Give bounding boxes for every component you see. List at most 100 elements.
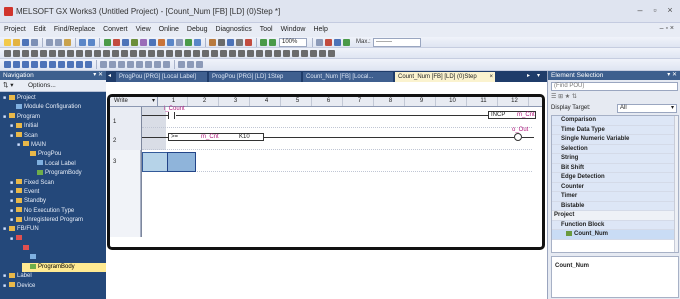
- detail-icon[interactable]: [247, 50, 254, 57]
- horizontal-line-icon[interactable]: [76, 50, 83, 57]
- menu-find-replace[interactable]: Find/Replace: [50, 23, 99, 37]
- window-icon[interactable]: [196, 61, 203, 68]
- options-button[interactable]: Options...: [28, 80, 56, 92]
- tree-node[interactable]: ■ Program: [0, 113, 106, 122]
- open-contact[interactable]: [168, 112, 175, 119]
- element-item[interactable]: Single Numeric Variable: [552, 135, 678, 145]
- falling-branch-icon[interactable]: [130, 50, 137, 57]
- tab-progpou-ld[interactable]: ProgPou [PRG] [LD] 1Step: [209, 72, 301, 82]
- sort-icon[interactable]: ⇅: [572, 94, 577, 100]
- device-display-icon[interactable]: [211, 50, 218, 57]
- template-icon[interactable]: [256, 50, 263, 57]
- tree-node[interactable]: ProgramBody: [0, 169, 106, 178]
- zoom-select[interactable]: 100%: [279, 38, 307, 47]
- module-icon[interactable]: [301, 50, 308, 57]
- coil-icon[interactable]: [58, 50, 65, 57]
- display-target-select[interactable]: All ▾: [617, 104, 677, 113]
- tab-scroll-left-icon[interactable]: ◂: [108, 71, 111, 82]
- next-bookmark-icon[interactable]: [136, 61, 143, 68]
- monitor-start-icon[interactable]: [131, 39, 138, 46]
- device-use-pane-icon[interactable]: [40, 61, 47, 68]
- smart-pane-icon[interactable]: [85, 61, 92, 68]
- tree-node[interactable]: Local Label: [0, 160, 106, 169]
- comment-icon[interactable]: [227, 39, 234, 46]
- list-mode-icon[interactable]: [238, 50, 245, 57]
- diagnostics-icon[interactable]: [176, 39, 183, 46]
- tab-count-num-local[interactable]: Count_Num [FB] [Local...: [303, 72, 393, 82]
- pin-icon[interactable]: ▾ ✕: [93, 71, 103, 80]
- tree-node[interactable]: ■ Label: [0, 272, 106, 281]
- tree-node[interactable]: ProgramBody: [22, 263, 106, 273]
- tab-progpou-local-label[interactable]: ProgPou [PRG] [Local Label]: [116, 72, 207, 82]
- simulation-icon[interactable]: [167, 39, 174, 46]
- comment-mode-icon[interactable]: [184, 50, 191, 57]
- tree-node[interactable]: ■ No Execution Type: [0, 207, 106, 216]
- label-icon[interactable]: [166, 50, 173, 57]
- open-project-icon[interactable]: [13, 39, 20, 46]
- element-item[interactable]: Time Data Type: [552, 125, 678, 135]
- zoom-out-icon[interactable]: [260, 39, 267, 46]
- progress-pane-icon[interactable]: [67, 61, 74, 68]
- mdi-window-controls[interactable]: – ▫ ×: [660, 25, 674, 32]
- application-instruction-icon[interactable]: [67, 50, 74, 57]
- tree-node[interactable]: ■ Project: [0, 94, 106, 103]
- tree-node[interactable]: ■ Initial: [0, 122, 106, 131]
- step-icon[interactable]: [334, 39, 341, 46]
- tree-node[interactable]: ■ FB/FUN: [0, 225, 106, 234]
- cross-reference-icon[interactable]: [209, 39, 216, 46]
- menu-edit[interactable]: Edit: [30, 23, 50, 37]
- element-item[interactable]: Edge Detection: [552, 173, 678, 183]
- tree-node[interactable]: ■ Device: [0, 282, 106, 291]
- vertical-line-icon[interactable]: [85, 50, 92, 57]
- save-icon[interactable]: [22, 39, 29, 46]
- zoom-in-icon[interactable]: [269, 39, 276, 46]
- tree-node[interactable]: ■ Event: [0, 188, 106, 197]
- check-icon[interactable]: [265, 50, 272, 57]
- find-icon[interactable]: [185, 39, 192, 46]
- pin-icon[interactable]: ▾ ✕: [667, 71, 677, 80]
- menu-view[interactable]: View: [132, 23, 155, 37]
- rung-icon[interactable]: [100, 61, 107, 68]
- element-list-scrollbar[interactable]: [674, 116, 678, 252]
- mode-dropdown-icon[interactable]: ▾: [152, 97, 155, 106]
- clear-bookmark-icon[interactable]: [145, 61, 152, 68]
- cross-ref-pane-icon[interactable]: [31, 61, 38, 68]
- delete-line-icon[interactable]: [94, 50, 101, 57]
- function-icon[interactable]: [148, 50, 155, 57]
- element-item[interactable]: Comparison: [552, 116, 678, 126]
- element-section[interactable]: Project: [552, 211, 678, 221]
- fb-icon[interactable]: [157, 50, 164, 57]
- tab-list-icon[interactable]: ▾: [537, 71, 540, 82]
- tree-view-icon[interactable]: ⊞: [558, 94, 563, 100]
- scan-time-max-value[interactable]: --------: [373, 38, 421, 47]
- paste-icon[interactable]: [64, 39, 71, 46]
- tab-count-num-ld[interactable]: Count_Num [FB] [LD] (0)Step ×: [395, 72, 495, 82]
- tab-scroll-right-icon[interactable]: ▸: [527, 71, 530, 82]
- element-item[interactable]: Timer: [552, 192, 678, 202]
- ladder-row-3[interactable]: [142, 150, 532, 172]
- tree-node[interactable]: ■ Scan: [0, 132, 106, 141]
- element-item[interactable]: Count_Num: [552, 230, 678, 240]
- convert-icon[interactable]: [274, 50, 281, 57]
- note-icon[interactable]: [245, 39, 252, 46]
- ladder-mode-icon[interactable]: [229, 50, 236, 57]
- tool-icon[interactable]: [310, 50, 317, 57]
- nav-filter-icon[interactable]: ⇅ ▾: [3, 82, 14, 89]
- note-mode-icon[interactable]: [202, 50, 209, 57]
- statement-icon[interactable]: [236, 39, 243, 46]
- option-icon[interactable]: [319, 50, 326, 57]
- cut-icon[interactable]: [46, 39, 53, 46]
- close-contact-icon[interactable]: [22, 50, 29, 57]
- falling-pulse-icon[interactable]: [49, 50, 56, 57]
- element-item[interactable]: Bistable: [552, 201, 678, 211]
- rising-pulse-icon[interactable]: [40, 50, 47, 57]
- parameter-icon[interactable]: [292, 50, 299, 57]
- replace-icon[interactable]: [194, 39, 201, 46]
- menu-online[interactable]: Online: [155, 23, 183, 37]
- split-icon[interactable]: [316, 39, 323, 46]
- tree-node[interactable]: ■ Standby: [0, 197, 106, 206]
- element-selection-pane-icon[interactable]: [13, 61, 20, 68]
- compile-icon[interactable]: [154, 61, 161, 68]
- incp-instruction-box[interactable]: INCP m_Cnt: [488, 111, 536, 119]
- verify-plc-icon[interactable]: [122, 39, 129, 46]
